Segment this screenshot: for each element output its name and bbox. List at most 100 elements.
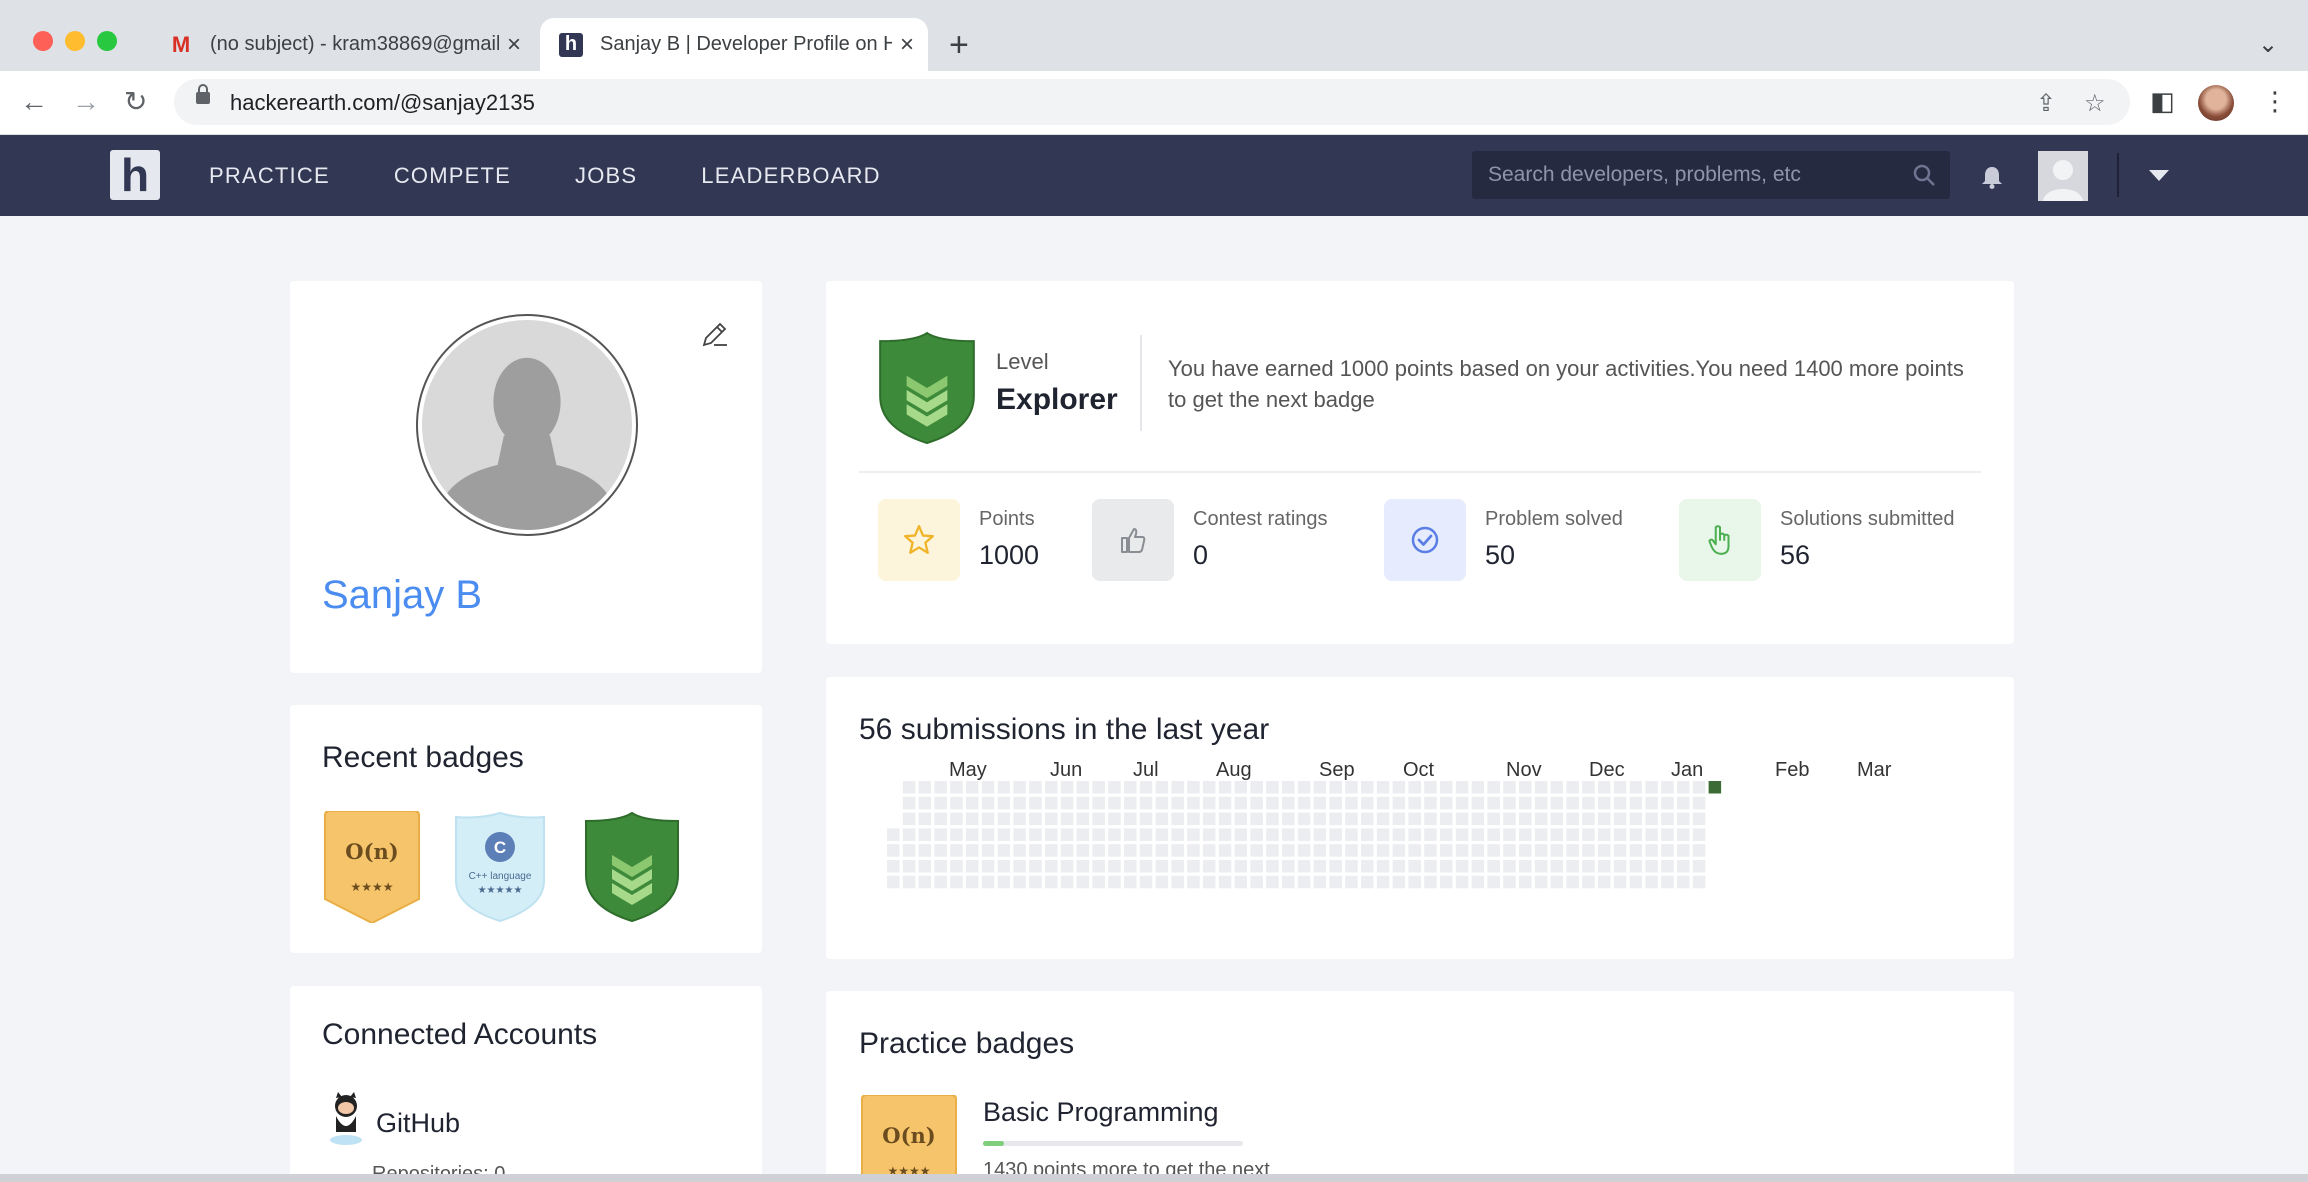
close-icon[interactable]: × bbox=[892, 31, 922, 59]
heatmap-cell bbox=[1313, 860, 1327, 873]
heatmap-cell bbox=[1376, 828, 1390, 841]
heatmap-cell bbox=[934, 828, 947, 841]
bell-icon[interactable] bbox=[1981, 165, 2003, 189]
nav-jobs[interactable]: JOBS bbox=[575, 163, 637, 189]
explorer-shield-badge[interactable] bbox=[582, 811, 682, 923]
user-avatar[interactable] bbox=[2038, 151, 2088, 201]
heatmap-cell bbox=[1566, 860, 1579, 873]
heatmap-cell bbox=[950, 828, 963, 841]
bookmark-star-icon[interactable]: ☆ bbox=[2084, 89, 2106, 118]
heatmap-cell bbox=[1092, 844, 1105, 857]
heatmap-cell bbox=[981, 781, 995, 794]
pointer-hand-icon bbox=[1679, 499, 1761, 581]
recent-badges-title: Recent badges bbox=[322, 741, 524, 774]
heatmap-cell bbox=[1108, 844, 1121, 857]
heatmap-cell bbox=[1297, 796, 1311, 810]
heatmap-cell bbox=[1282, 828, 1295, 841]
heatmap-cell bbox=[1550, 844, 1564, 857]
heatmap-cell bbox=[950, 860, 963, 873]
window-minimize-button[interactable] bbox=[65, 31, 85, 51]
new-tab-button[interactable]: + bbox=[949, 28, 969, 62]
practice-badge-name[interactable]: Basic Programming bbox=[983, 1097, 1219, 1128]
heatmap-cell bbox=[1187, 860, 1200, 873]
basic-programming-badge[interactable]: O(n) ★★★★ bbox=[859, 1095, 959, 1182]
more-menu-icon[interactable]: ⋮ bbox=[2262, 86, 2288, 117]
forward-icon[interactable]: → bbox=[72, 87, 100, 117]
nav-leaderboard[interactable]: LEADERBOARD bbox=[701, 163, 880, 189]
window-close-button[interactable] bbox=[33, 31, 53, 51]
heatmap-cell bbox=[1471, 812, 1485, 826]
edit-pencil-icon[interactable] bbox=[700, 319, 730, 349]
browser-profile-avatar[interactable] bbox=[2198, 85, 2234, 121]
heatmap-cell bbox=[1013, 781, 1026, 794]
heatmap-cell bbox=[1234, 860, 1248, 873]
browser-tab-gmail[interactable]: M (no subject) - kram38869@gmail.com × bbox=[158, 18, 535, 71]
heatmap-cell bbox=[1171, 796, 1184, 810]
heatmap-cell bbox=[1139, 812, 1153, 826]
heatmap-cell bbox=[902, 828, 916, 841]
close-icon[interactable]: × bbox=[499, 31, 529, 59]
heatmap-cell bbox=[1455, 875, 1469, 889]
submissions-title: 56 submissions in the last year bbox=[859, 713, 1270, 746]
profile-name: Sanjay B bbox=[322, 573, 483, 617]
complexity-badge[interactable]: O(n) ★★★★ bbox=[322, 811, 422, 923]
heatmap-cell bbox=[1692, 781, 1706, 794]
heatmap-cell bbox=[1045, 796, 1058, 810]
heatmap-cell bbox=[1297, 828, 1311, 841]
back-icon[interactable]: ← bbox=[20, 87, 48, 117]
heatmap-cell bbox=[1692, 796, 1706, 810]
heatmap-cell bbox=[997, 812, 1011, 826]
heatmap-cell bbox=[1534, 875, 1548, 889]
reload-icon[interactable]: ↻ bbox=[124, 87, 147, 117]
heatmap-cell bbox=[1266, 796, 1279, 810]
heatmap-cell bbox=[1250, 812, 1263, 826]
stat-contest-label: Contest ratings bbox=[1193, 508, 1328, 530]
stats-divider bbox=[859, 471, 1981, 473]
heatmap-cell bbox=[1661, 860, 1674, 873]
heatmap-cell bbox=[1060, 844, 1074, 857]
heatmap-cell bbox=[1139, 844, 1153, 857]
window-zoom-button[interactable] bbox=[97, 31, 117, 51]
heatmap-cell bbox=[887, 875, 900, 889]
heatmap-cell bbox=[1234, 796, 1248, 810]
heatmap-cell bbox=[902, 844, 916, 857]
heatmap-cell bbox=[1645, 875, 1658, 889]
search-input[interactable] bbox=[1472, 151, 1892, 199]
heatmap-cell bbox=[1692, 860, 1706, 873]
nav-practice[interactable]: PRACTICE bbox=[209, 163, 330, 189]
heatmap-cell bbox=[966, 875, 979, 889]
heatmap-cell bbox=[1013, 860, 1026, 873]
heatmap-cell bbox=[981, 812, 995, 826]
heatmap-cell bbox=[934, 781, 947, 794]
heatmap-cell bbox=[1124, 812, 1137, 826]
heatmap-cell bbox=[1408, 781, 1421, 794]
address-bar[interactable]: hackerearth.com/@sanjay2135 ⇪ ☆ bbox=[174, 79, 2130, 125]
chevron-down-icon[interactable] bbox=[2149, 170, 2169, 181]
github-label[interactable]: GitHub bbox=[376, 1108, 460, 1139]
search-icon[interactable] bbox=[1912, 163, 1936, 187]
heatmap-cell bbox=[1392, 812, 1406, 826]
heatmap-cell bbox=[934, 812, 947, 826]
heatmap-cell bbox=[1297, 860, 1311, 873]
heatmap-cell bbox=[1297, 875, 1311, 889]
heatmap-cell bbox=[1076, 875, 1090, 889]
heatmap-cell bbox=[1519, 875, 1532, 889]
side-panel-icon[interactable]: ◧ bbox=[2150, 86, 2175, 117]
nav-compete[interactable]: COMPETE bbox=[394, 163, 511, 189]
heatmap-cell bbox=[1060, 812, 1074, 826]
heatmap-cell bbox=[1329, 860, 1342, 873]
heatmap-cell bbox=[918, 796, 932, 810]
check-circle-icon bbox=[1384, 499, 1466, 581]
cpp-language-badge[interactable]: C C++ language ★★★★★ bbox=[450, 811, 550, 923]
heatmap-cell bbox=[1598, 844, 1611, 857]
main-nav: PRACTICE COMPETE JOBS LEADERBOARD bbox=[209, 135, 945, 216]
browser-tab-hackerearth[interactable]: h Sanjay B | Developer Profile on Hacker… bbox=[540, 18, 928, 71]
heatmap-cell bbox=[966, 860, 979, 873]
heatmap-cell bbox=[1629, 828, 1643, 841]
heatmap-cell bbox=[1677, 781, 1690, 794]
share-icon[interactable]: ⇪ bbox=[2036, 89, 2056, 118]
hackerearth-logo[interactable]: h bbox=[110, 150, 160, 200]
heatmap-cell bbox=[1297, 844, 1311, 857]
chevron-down-icon[interactable]: ⌄ bbox=[2258, 30, 2278, 59]
heatmap-cell bbox=[918, 860, 932, 873]
